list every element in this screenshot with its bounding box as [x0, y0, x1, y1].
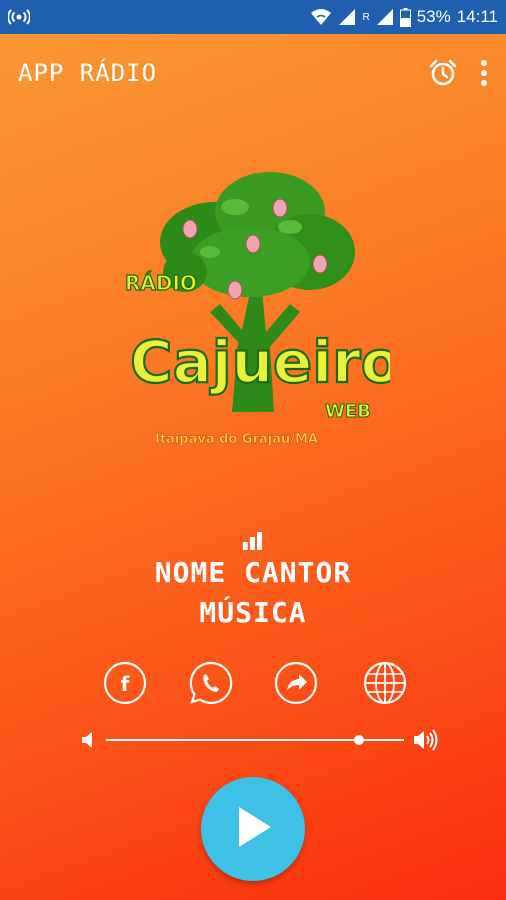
play-icon: [233, 805, 273, 853]
station-logo: RÁDIO Cajueiro WEB Itaipava do Grajaú/MA: [120, 172, 402, 462]
artist-name: NOME CANTOR: [154, 556, 352, 589]
battery-percent: 53%: [416, 7, 451, 26]
share-icon[interactable]: [273, 660, 319, 706]
svg-text:f: f: [121, 672, 130, 696]
logo-location: Itaipava do Grajaú/MA: [155, 432, 318, 447]
app-bar: APP RÁDIO: [0, 34, 506, 112]
social-row: f: [0, 660, 506, 708]
roaming-badge: R: [362, 11, 370, 23]
volume-high-icon[interactable]: [412, 728, 440, 752]
radio-broadcast-icon: [8, 9, 30, 25]
bars-icon: [243, 530, 265, 550]
globe-icon[interactable]: [362, 660, 408, 706]
app-title: APP RÁDIO: [18, 59, 158, 87]
volume-low-icon[interactable]: [80, 729, 96, 751]
logo-suffix: WEB: [325, 401, 371, 422]
song-title: MÚSICA: [199, 596, 307, 629]
whatsapp-icon[interactable]: [188, 660, 234, 706]
wifi-icon: [310, 8, 332, 26]
signal-icon: [338, 8, 356, 26]
more-vert-icon[interactable]: [480, 59, 488, 87]
volume-slider-thumb[interactable]: [354, 735, 365, 745]
battery-icon: [399, 7, 411, 27]
clock: 14:11: [456, 7, 498, 26]
facebook-icon[interactable]: f: [102, 660, 148, 706]
logo-top-word: RÁDIO: [125, 271, 197, 295]
signal-icon-2: [376, 8, 394, 26]
alarm-icon[interactable]: [428, 58, 458, 88]
status-bar: R 53% 14:11: [0, 0, 506, 34]
volume-control: [80, 725, 442, 755]
play-button[interactable]: [201, 777, 305, 881]
logo-name: Cajueiro: [130, 328, 390, 396]
